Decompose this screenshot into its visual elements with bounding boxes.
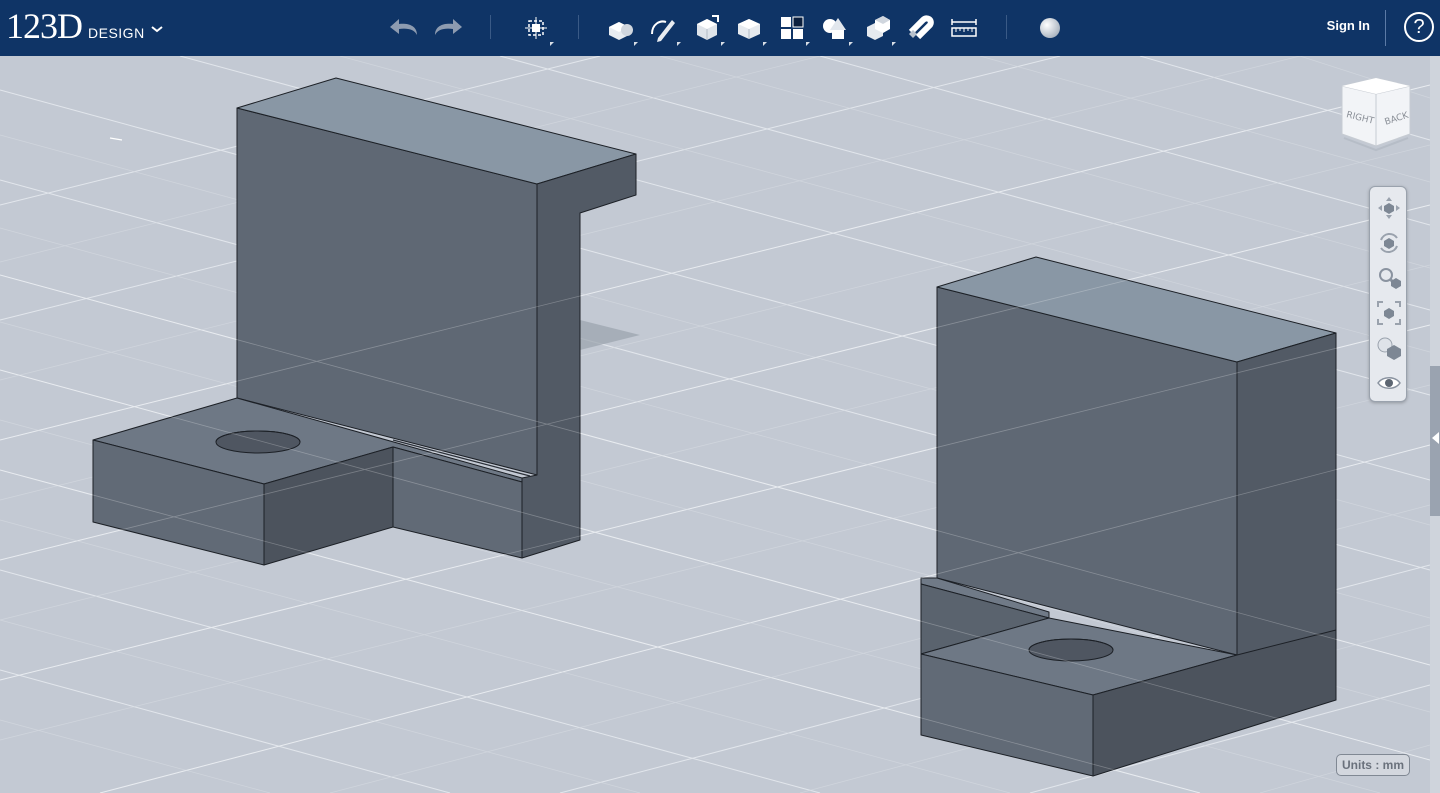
combine-button[interactable]	[858, 8, 898, 48]
help-button[interactable]: ?	[1404, 12, 1434, 42]
toolbar-separator	[1385, 10, 1386, 46]
submenu-caret	[721, 42, 725, 46]
material-sphere-icon	[1040, 18, 1060, 38]
snap-button[interactable]	[900, 8, 940, 48]
construct-button[interactable]	[687, 8, 727, 48]
sketch-icon	[651, 20, 675, 42]
pattern-icon	[781, 16, 804, 39]
visibility-icon	[1377, 377, 1401, 389]
app-menu-button[interactable]: 123D DESIGN	[6, 6, 163, 46]
grouping-button[interactable]	[815, 8, 855, 48]
top-toolbar: 123D DESIGN Sign In ?	[0, 0, 1440, 56]
combine-icon	[867, 16, 890, 40]
orbit-icon	[1380, 233, 1398, 253]
undo-button[interactable]	[384, 8, 424, 48]
submenu-caret	[677, 42, 681, 46]
undo-icon	[390, 19, 417, 35]
toolbar-separator	[490, 15, 491, 39]
material-button[interactable]	[1030, 8, 1070, 48]
sketch-button[interactable]	[643, 8, 683, 48]
fit-button[interactable]	[1374, 298, 1404, 328]
visibility-button[interactable]	[1374, 368, 1404, 398]
right-bracket-model	[920, 256, 1337, 777]
brand-logo-word: DESIGN	[88, 25, 145, 41]
orbit-button[interactable]	[1374, 228, 1404, 258]
pattern-button[interactable]	[772, 8, 812, 48]
submenu-caret	[806, 42, 810, 46]
modify-icon	[738, 19, 760, 39]
submenu-caret	[849, 42, 853, 46]
snap-icon	[908, 15, 934, 40]
transform-button[interactable]	[516, 8, 556, 48]
zoom-button[interactable]	[1374, 263, 1404, 293]
pan-icon	[1378, 197, 1400, 219]
toolbar-separator	[1006, 15, 1007, 39]
primitives-button[interactable]	[600, 8, 640, 48]
redo-icon	[435, 19, 462, 35]
submenu-caret	[634, 42, 638, 46]
submenu-caret	[763, 42, 767, 46]
measure-button[interactable]	[944, 8, 984, 48]
chevron-down-icon	[151, 26, 163, 33]
fit-icon	[1377, 301, 1401, 325]
zoom-icon	[1379, 268, 1401, 289]
grouping-icon	[823, 18, 846, 39]
brand-logo-number: 123D	[6, 6, 83, 46]
3d-viewport[interactable]	[0, 56, 1430, 793]
toolbar-separator	[578, 15, 579, 39]
construct-icon	[697, 15, 719, 40]
view-mode-button[interactable]	[1374, 333, 1404, 363]
submenu-caret	[892, 42, 896, 46]
view-cube[interactable]: RIGHT BACK	[1336, 74, 1416, 154]
modify-button[interactable]	[729, 8, 769, 48]
navigation-bar	[1369, 186, 1407, 402]
view-mode-icon	[1377, 337, 1401, 360]
units-button[interactable]: Units : mm	[1336, 754, 1410, 776]
pan-button[interactable]	[1374, 193, 1404, 223]
scene-canvas[interactable]	[0, 56, 1430, 793]
transform-icon	[525, 17, 547, 39]
submenu-caret	[550, 42, 554, 46]
primitives-icon	[609, 22, 633, 40]
collapse-panel-arrow-icon[interactable]	[1432, 432, 1439, 444]
redo-button[interactable]	[428, 8, 468, 48]
sign-in-link[interactable]: Sign In	[1327, 18, 1370, 33]
measure-icon	[951, 19, 977, 37]
